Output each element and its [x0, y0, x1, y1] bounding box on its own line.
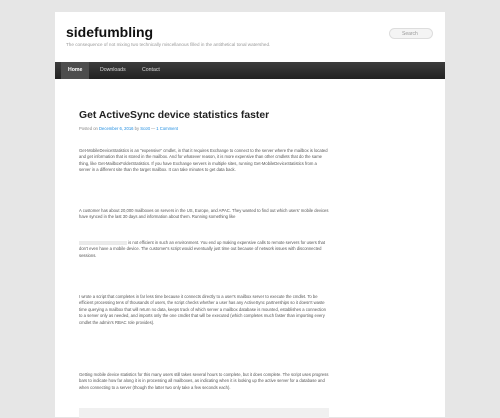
site-tagline: The consequence of not mixing two techni… [66, 42, 271, 47]
page-container: sidefumbling The consequence of not mixi… [55, 12, 445, 418]
search-input[interactable]: Search [389, 28, 433, 39]
post-paragraph: I wrote a script that completes in far l… [79, 294, 326, 325]
post-paragraph: Get-MobileDeviceStatistics is an "expens… [79, 148, 328, 173]
nav-item-downloads[interactable]: Downloads [93, 62, 133, 79]
post-author-link[interactable]: Scott [140, 126, 150, 131]
post-comments-link[interactable]: 1 Comment [156, 126, 178, 131]
post-paragraph: is not efficient in such an environment.… [79, 240, 329, 259]
site-title[interactable]: sidefumbling [66, 24, 153, 40]
code-snippet [79, 240, 127, 245]
post-date-link[interactable]: December 6, 2016 [99, 126, 133, 131]
post-article: Get ActiveSync device statistics faster … [65, 94, 341, 417]
post-title[interactable]: Get ActiveSync device statistics faster [79, 110, 269, 121]
post-meta: Posted on December 6, 2016 by Scott — 1 … [79, 126, 178, 131]
nav-item-contact[interactable]: Contact [135, 62, 167, 79]
post-paragraph: A customer has about 20,000 mailboxes on… [79, 208, 329, 221]
nav-item-home[interactable]: Home [61, 62, 90, 79]
meta-prefix: Posted on [79, 126, 100, 131]
post-paragraph: Getting mobile device statistics for thi… [79, 372, 329, 390]
post-paragraph-text: A customer has about 20,000 mailboxes on… [79, 208, 329, 220]
main-nav: Home Downloads Contact [55, 62, 445, 79]
